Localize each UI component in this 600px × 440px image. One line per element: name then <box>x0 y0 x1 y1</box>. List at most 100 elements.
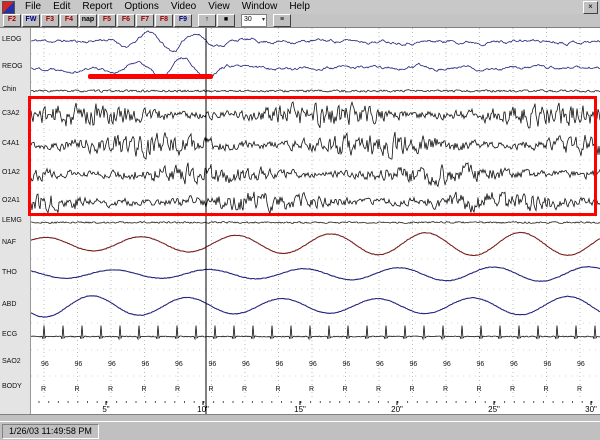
body-value: R <box>142 386 147 393</box>
body-value: R <box>410 386 415 393</box>
waveform-o1a2 <box>31 163 600 187</box>
sao2-value: 96 <box>410 361 418 368</box>
waveform-ecg <box>31 326 600 340</box>
sao2-value: 96 <box>142 361 150 368</box>
sao2-value: 96 <box>108 361 116 368</box>
channel-label-reog: REOG <box>2 63 23 70</box>
menu-item-view[interactable]: View <box>202 0 236 14</box>
waveform-naf <box>31 232 600 255</box>
toolbar-button-nap[interactable]: nap <box>79 14 97 27</box>
menu-item-video[interactable]: Video <box>165 0 202 14</box>
body-value: R <box>477 386 482 393</box>
body-value: R <box>376 386 381 393</box>
menu-item-window[interactable]: Window <box>236 0 284 14</box>
menu-item-options[interactable]: Options <box>118 0 164 14</box>
sao2-value: 96 <box>209 361 217 368</box>
toolbar: F2FWF3F4napF5F6F7F8F9 ↑■ 30 ≡ <box>0 14 600 28</box>
sao2-value: 96 <box>544 361 552 368</box>
toolbar-button-f9[interactable]: F9 <box>174 14 192 27</box>
epoch-length-dropdown[interactable]: 30 <box>241 14 267 27</box>
body-value: R <box>108 386 113 393</box>
menu-item-edit[interactable]: Edit <box>47 0 76 14</box>
waveform-reog <box>31 58 600 77</box>
menu-items: FileEditReportOptionsVideoViewWindowHelp <box>19 0 316 14</box>
body-value: R <box>577 386 582 393</box>
app-window: FileEditReportOptionsVideoViewWindowHelp… <box>0 0 600 440</box>
waveform-o2a1 <box>31 192 600 214</box>
plot-area[interactable]: LEOGREOGChinC3A2C4A1O1A2O2A1LEMGNAFTHOAB… <box>0 28 600 415</box>
toolbar-button-f2[interactable]: F2 <box>3 14 21 27</box>
body-value: R <box>175 386 180 393</box>
time-label: 5" <box>102 405 109 414</box>
body-value: R <box>510 386 515 393</box>
body-value: R <box>209 386 214 393</box>
channel-label-sao2: SAO2 <box>2 358 21 365</box>
body-value: R <box>443 386 448 393</box>
channel-label-chin: Chin <box>2 86 16 93</box>
waveform-lemg <box>31 222 600 224</box>
body-value: R <box>41 386 46 393</box>
time-label: 30" <box>585 405 597 414</box>
toolbar-separator <box>193 15 197 26</box>
waveform-chin <box>31 90 600 93</box>
menu-bar: FileEditReportOptionsVideoViewWindowHelp… <box>0 0 600 15</box>
channel-label-ecg: ECG <box>2 331 17 338</box>
channel-label-abd: ABD <box>2 301 16 308</box>
channel-label-lemg: LEMG <box>2 217 22 224</box>
channel-label-column: LEOGREOGChinC3A2C4A1O1A2O2A1LEMGNAFTHOAB… <box>0 28 31 414</box>
window-buttons: × <box>583 1 600 14</box>
channel-label-naf: NAF <box>2 239 16 246</box>
toolbar-button-f4[interactable]: F4 <box>60 14 78 27</box>
body-value: R <box>544 386 549 393</box>
channel-label-o1a2: O1A2 <box>2 169 20 176</box>
sound-icon[interactable]: ■ <box>217 14 235 27</box>
toolbar-button-f5[interactable]: F5 <box>98 14 116 27</box>
body-value: R <box>242 386 247 393</box>
sao2-value: 96 <box>343 361 351 368</box>
menu-item-file[interactable]: File <box>19 0 47 14</box>
toolbar-button-f8[interactable]: F8 <box>155 14 173 27</box>
toolbar-button-f6[interactable]: F6 <box>117 14 135 27</box>
channel-label-tho: THO <box>2 269 17 276</box>
sao2-value: 96 <box>309 361 317 368</box>
time-label: 20" <box>391 405 403 414</box>
panel-toggle-button[interactable]: ≡ <box>273 14 291 27</box>
channel-label-leog: LEOG <box>2 36 21 43</box>
toolbar-button-f7[interactable]: F7 <box>136 14 154 27</box>
toolbar-button-f3[interactable]: F3 <box>41 14 59 27</box>
sao2-value: 96 <box>175 361 183 368</box>
sao2-value: 96 <box>276 361 284 368</box>
toolbar-button-fw[interactable]: FW <box>22 14 40 27</box>
waveform-c4a1 <box>31 132 600 159</box>
sao2-value: 96 <box>510 361 518 368</box>
close-button[interactable]: × <box>583 1 598 14</box>
sao2-value: 96 <box>376 361 384 368</box>
time-label: 15" <box>294 405 306 414</box>
app-icon <box>2 1 15 14</box>
channel-label-body: BODY <box>2 383 22 390</box>
sao2-value: 96 <box>577 361 585 368</box>
sao2-value: 96 <box>75 361 83 368</box>
waveform-canvas[interactable]: 9696969696969696969696969696969696RRRRRR… <box>31 28 600 414</box>
body-value: R <box>75 386 80 393</box>
toolbar-separator <box>236 15 240 26</box>
body-value: R <box>276 386 281 393</box>
time-label: 10" <box>197 405 209 414</box>
time-label: 25" <box>488 405 500 414</box>
waveform-leog <box>31 31 600 52</box>
marker-icon[interactable]: ↑ <box>198 14 216 27</box>
channel-label-c3a2: C3A2 <box>2 110 20 117</box>
menu-item-help[interactable]: Help <box>283 0 316 14</box>
status-bar: 1/26/03 11:49:58 PM <box>0 421 600 440</box>
sao2-value: 96 <box>242 361 250 368</box>
menu-item-report[interactable]: Report <box>76 0 118 14</box>
sao2-value: 96 <box>443 361 451 368</box>
body-value: R <box>309 386 314 393</box>
channel-label-c4a1: C4A1 <box>2 140 20 147</box>
toolbar-separator <box>268 15 272 26</box>
body-value: R <box>343 386 348 393</box>
waveform-abd <box>31 296 600 318</box>
waveform-c3a2 <box>31 102 600 128</box>
sao2-value: 96 <box>477 361 485 368</box>
waveform-tho <box>31 267 600 282</box>
